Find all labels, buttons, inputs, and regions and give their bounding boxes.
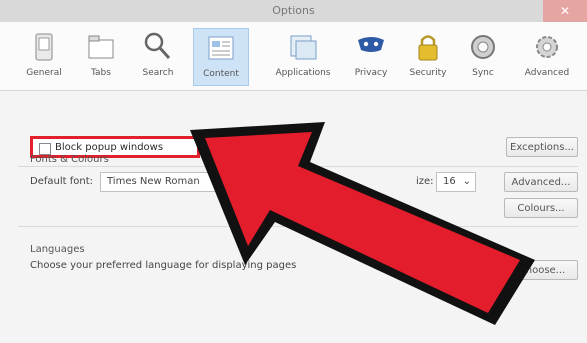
tab-advanced-label: Advanced <box>524 68 570 78</box>
tab-general[interactable]: General <box>16 28 72 86</box>
search-icon <box>144 32 171 60</box>
tab-general-label: General <box>26 68 62 78</box>
title-bar: Options ✕ <box>0 0 587 23</box>
tab-privacy[interactable]: Privacy <box>343 28 399 86</box>
close-button[interactable]: ✕ <box>543 0 587 22</box>
tab-sync[interactable]: Sync <box>459 28 507 86</box>
tab-applications[interactable]: Applications <box>270 28 336 86</box>
tab-privacy-label: Privacy <box>354 68 388 78</box>
languages-section-title: Languages <box>30 244 85 255</box>
window-title: Options <box>272 4 315 17</box>
content-icon <box>208 36 234 60</box>
general-icon <box>35 33 53 61</box>
tab-search[interactable]: Search <box>130 28 186 86</box>
tab-security[interactable]: Security <box>400 28 456 86</box>
block-popups-label: Block popup windows <box>55 142 164 153</box>
tab-advanced[interactable]: Advanced <box>516 28 578 86</box>
tab-tabs[interactable]: Tabs <box>73 28 129 86</box>
tab-applications-label: Applications <box>275 68 331 78</box>
tab-tabs-label: Tabs <box>91 68 111 78</box>
applications-icon <box>290 35 317 60</box>
sync-icon <box>471 35 495 59</box>
tab-content[interactable]: Content <box>193 28 249 86</box>
default-font-label: Default font: <box>30 176 93 187</box>
privacy-icon <box>358 37 384 52</box>
tab-security-label: Security <box>409 68 447 78</box>
advanced-icon <box>536 36 558 58</box>
fonts-section-title: Fonts & Colours <box>30 154 109 165</box>
tabs-icon <box>88 35 114 59</box>
tab-sync-label: Sync <box>472 68 494 78</box>
tab-content-label: Content <box>203 69 239 79</box>
options-toolbar: General Tabs Search Content Applications… <box>0 22 587 91</box>
red-arrow-annotation <box>190 122 535 325</box>
security-icon <box>418 35 438 61</box>
tab-search-label: Search <box>142 68 174 78</box>
